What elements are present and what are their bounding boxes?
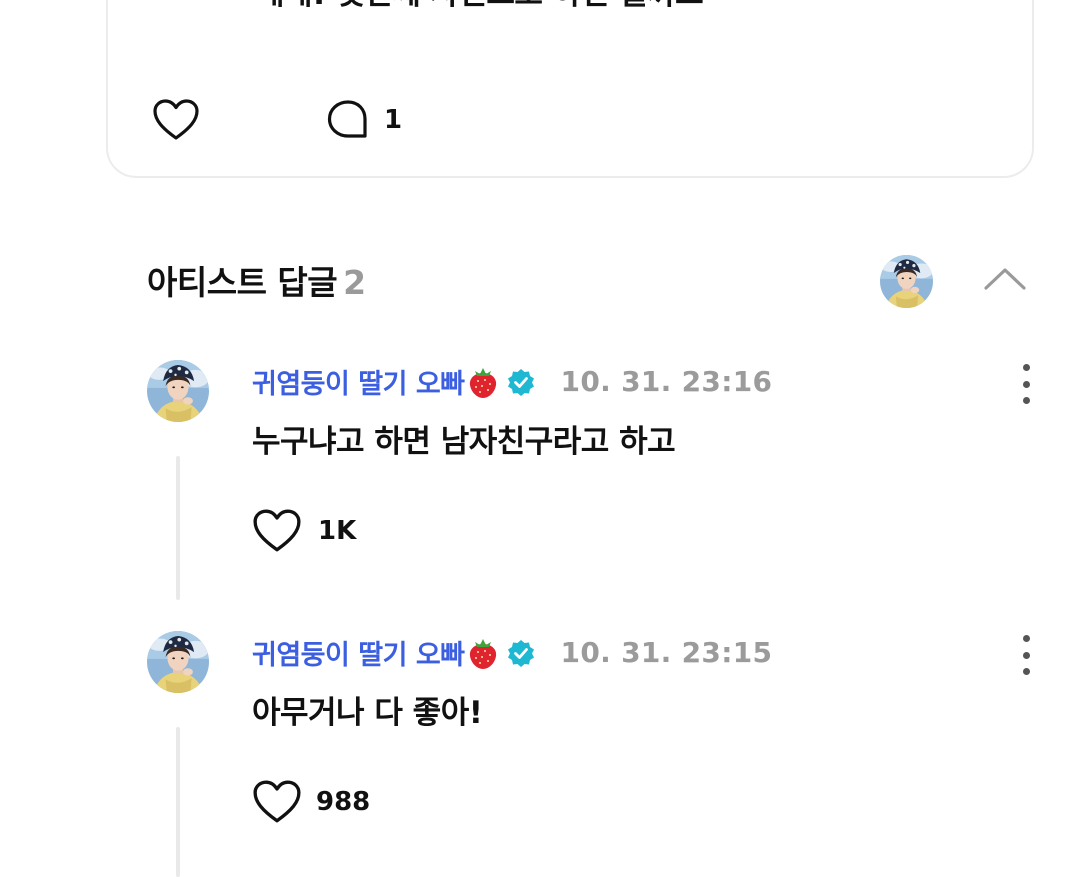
author-name[interactable]: 귀염둥이 딸기 오빠 (252, 633, 465, 672)
section-count: 2 (343, 263, 366, 302)
section-title: 아티스트 답글 2 (147, 256, 366, 304)
more-options-icon[interactable] (1014, 364, 1038, 404)
artist-avatar[interactable] (880, 255, 933, 308)
heart-outline-icon[interactable] (252, 508, 302, 554)
timestamp: 10. 31. 23:16 (560, 365, 773, 398)
artist-replies-header: 아티스트 답글 2 (147, 256, 1037, 306)
artist-avatar[interactable] (147, 360, 209, 422)
author-name[interactable]: 귀염둥이 딸기 오빠 (252, 362, 465, 401)
comment-actions: 988 (252, 779, 370, 825)
post-card: 네네! 몇번째 사진으로 하면 될까요 1 (106, 0, 1034, 178)
speech-bubble-icon[interactable] (326, 99, 370, 141)
like-count: 988 (316, 787, 371, 817)
comment-actions: 1K (252, 508, 356, 554)
verified-badge-icon (507, 368, 534, 396)
strawberry-icon (469, 367, 496, 398)
heart-outline-icon[interactable] (152, 98, 200, 142)
chevron-up-icon[interactable] (983, 264, 1027, 292)
comment-meta: 귀염둥이 딸기 오빠 10. 31. 23:15 (252, 633, 772, 672)
like-count: 1K (318, 516, 357, 546)
thread-line (176, 456, 180, 600)
comment-meta: 귀염둥이 딸기 오빠 10. 31. 23:16 (252, 362, 772, 401)
more-options-icon[interactable] (1014, 635, 1038, 675)
reply-count: 1 (384, 105, 403, 135)
artist-avatar[interactable] (147, 631, 209, 693)
heart-outline-icon[interactable] (252, 779, 302, 825)
verified-badge-icon (507, 639, 534, 667)
section-title-text: 아티스트 답글 (147, 263, 338, 302)
strawberry-icon (469, 638, 496, 669)
thread-line (176, 727, 180, 877)
post-text: 네네! 몇번째 사진으로 하면 될까요 (256, 0, 704, 13)
post-actions: 1 (152, 98, 402, 142)
timestamp: 10. 31. 23:15 (560, 636, 773, 669)
comment-text: 아무거나 다 좋아! (252, 695, 483, 731)
comment-text: 누구냐고 하면 남자친구라고 하고 (252, 424, 676, 460)
